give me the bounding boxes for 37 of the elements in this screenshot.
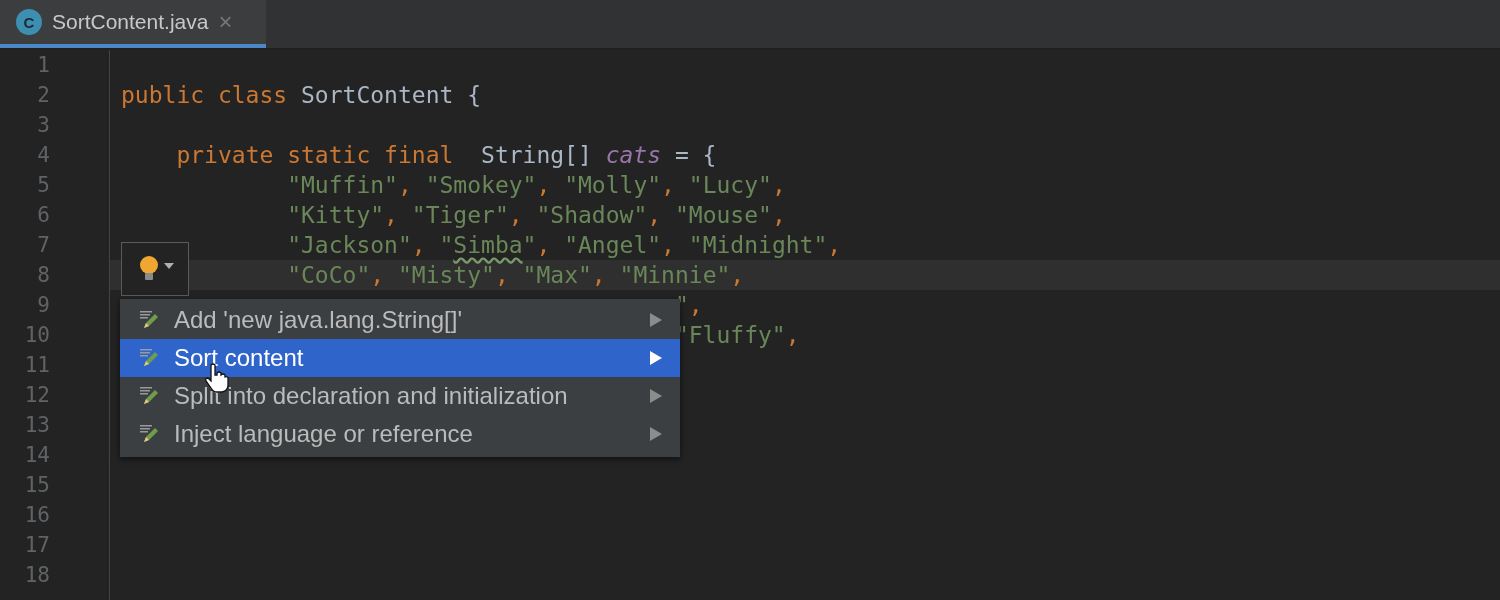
line-number: 3 — [36, 113, 50, 137]
submenu-arrow-icon — [650, 313, 662, 327]
menu-item[interactable]: Sort content — [120, 339, 680, 377]
code-line: "CoCo", "Misty", "Max", "Minnie", — [287, 262, 745, 288]
line-number: 18 — [23, 563, 50, 587]
submenu-arrow-icon — [650, 427, 662, 441]
line-number: 9 — [36, 293, 50, 317]
line-number: 6 — [36, 203, 50, 227]
line-number: 5 — [36, 173, 50, 197]
class-icon: C — [16, 9, 42, 35]
code-line: public class SortContent { — [121, 82, 482, 108]
code-line: "Kitty", "Tiger", "Shadow", "Mouse", — [287, 202, 786, 228]
line-number: 8 — [36, 263, 50, 287]
line-number: 1 — [36, 53, 50, 77]
submenu-arrow-icon — [650, 389, 662, 403]
line-number: 16 — [23, 503, 50, 527]
lightbulb-button[interactable] — [121, 242, 189, 296]
file-tab[interactable]: C SortContent.java × — [0, 0, 266, 48]
pencil-icon — [138, 385, 160, 407]
line-number: 2 — [36, 83, 50, 107]
pencil-icon — [138, 423, 160, 445]
code-line: "Muffin", "Smokey", "Molly", "Lucy", — [287, 172, 786, 198]
line-number: 4 — [36, 143, 50, 167]
pencil-icon — [138, 309, 160, 331]
line-number: 10 — [23, 323, 50, 347]
line-number: 13 — [23, 413, 50, 437]
line-number: 15 — [23, 473, 50, 497]
line-number: 14 — [23, 443, 50, 467]
line-number: 11 — [23, 353, 50, 377]
line-number: 17 — [23, 533, 50, 557]
pencil-icon — [138, 347, 160, 369]
menu-item[interactable]: Inject language or reference — [120, 415, 680, 453]
code-line: "Jackson", "Simba", "Angel", "Midnight", — [287, 232, 842, 258]
submenu-arrow-icon — [650, 351, 662, 365]
code-line: private static final String[] cats = { — [176, 142, 717, 168]
line-number: 7 — [36, 233, 50, 257]
line-number: 12 — [23, 383, 50, 407]
